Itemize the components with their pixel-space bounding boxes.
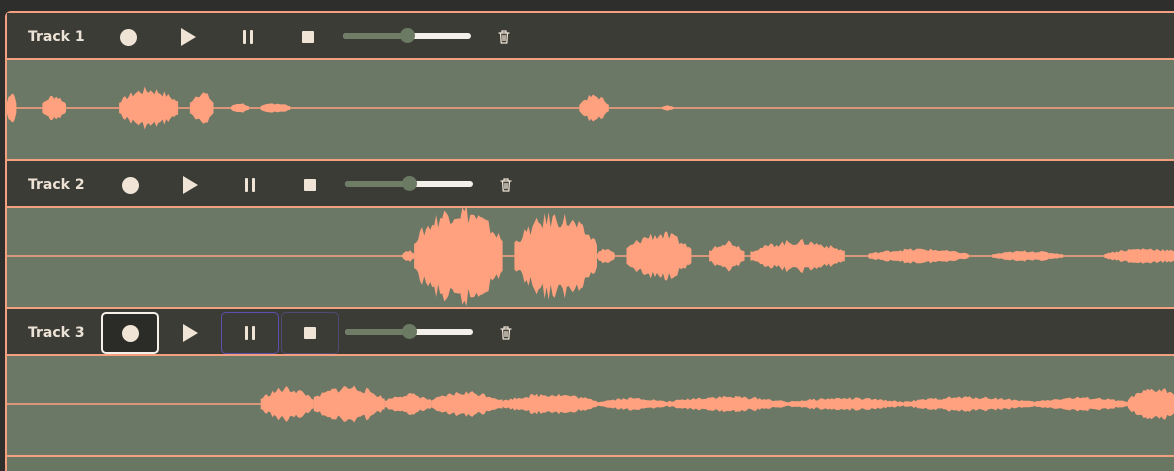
pause-button[interactable] [221,164,279,206]
record-button[interactable] [99,16,157,58]
waveform-segment [384,393,432,415]
waveform-segment [431,391,503,417]
pause-button[interactable] [219,16,277,58]
volume-slider-thumb[interactable] [402,324,417,339]
waveform-segment [189,92,214,124]
waveform-segment [7,93,17,123]
waveform-segment [42,95,66,121]
play-icon [182,324,198,342]
pause-icon [243,30,253,44]
stop-icon [304,179,316,191]
waveform-segment [709,240,745,272]
stop-button[interactable] [279,16,337,58]
waveform-segment [119,86,179,130]
record-button[interactable] [101,312,159,354]
waveform [7,86,1174,130]
waveform-segment [231,103,249,113]
track-1: Track 1 [7,13,1174,161]
track-list: Track 1 Track 2 Track 3 [5,11,1174,471]
stop-button[interactable] [281,164,339,206]
track-name: Track 1 [28,29,85,45]
record-icon [119,28,137,46]
record-button[interactable] [101,164,159,206]
track-toolbar: Track 2 [7,161,1174,208]
track-name: Track 2 [28,177,85,193]
waveform-segment [661,105,674,111]
waveform-lane[interactable] [7,356,1174,457]
volume-slider[interactable] [343,28,471,43]
trash-icon[interactable] [497,29,511,45]
pause-icon [245,178,255,192]
waveform-segment [579,94,609,122]
track-toolbar: Track 3 [7,309,1174,356]
volume-slider[interactable] [345,176,473,191]
waveform-segment [597,397,668,411]
track-3: Track 3 [7,309,1174,457]
waveform-segment [402,250,415,262]
waveform-segment [1033,396,1128,412]
waveform-segment [667,395,786,413]
waveform-lane[interactable] [7,208,1174,309]
waveform-segment [1128,388,1174,420]
waveform-segment [502,393,597,415]
waveform-segment [626,231,692,281]
waveform-segment [414,208,503,307]
track-name: Track 3 [28,325,85,341]
volume-slider-thumb[interactable] [402,176,417,191]
stop-icon [304,327,316,339]
waveform-segment [785,397,904,411]
waveform-segment [750,239,845,273]
waveform-segment [514,212,597,300]
play-button[interactable] [161,164,219,206]
trash-icon[interactable] [499,177,513,193]
stop-button[interactable] [281,312,339,354]
record-icon [121,324,139,342]
waveform [7,385,1174,423]
pause-button[interactable] [221,312,279,354]
waveform-segment [597,248,615,264]
waveform-segment [260,386,314,422]
trash-icon[interactable] [499,325,513,341]
play-button[interactable] [161,312,219,354]
record-icon [121,176,139,194]
pause-icon [245,326,255,340]
waveform-segment [313,385,385,423]
waveform-lane[interactable] [7,60,1174,161]
stop-icon [302,31,314,43]
track-toolbar: Track 1 [7,13,1174,60]
volume-slider-thumb[interactable] [400,28,415,43]
waveform-segment [260,103,291,113]
waveform-segment [1104,248,1174,264]
waveform-segment [868,248,969,264]
waveform-segment [903,396,1034,412]
waveform [7,208,1174,307]
waveform-segment [992,250,1064,262]
volume-slider[interactable] [345,324,473,339]
play-icon [182,176,198,194]
track-2: Track 2 [7,161,1174,309]
play-icon [180,28,196,46]
play-button[interactable] [159,16,217,58]
